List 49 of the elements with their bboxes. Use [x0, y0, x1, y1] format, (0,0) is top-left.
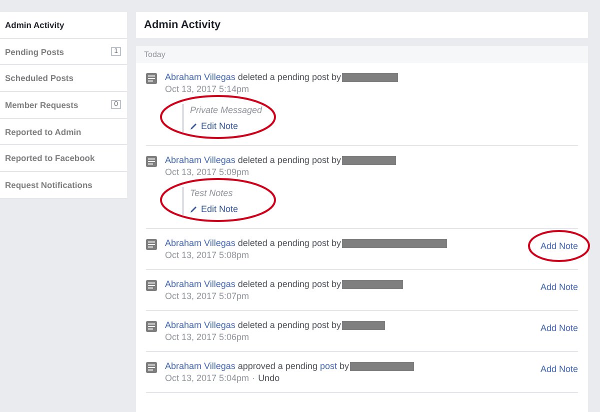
sidebar-item[interactable]: Request Notifications — [0, 172, 127, 199]
link[interactable]: Abraham Villegas — [165, 238, 236, 248]
add-note-link[interactable]: Add Note — [540, 282, 578, 292]
link[interactable]: post — [320, 361, 337, 371]
undo-link[interactable]: Undo — [258, 373, 280, 383]
document-icon — [146, 362, 157, 373]
redacted-name — [342, 72, 398, 82]
activity-text: Abraham Villegas deleted a pending post by — [165, 155, 341, 165]
redacted-name — [342, 156, 396, 164]
activity-text: Abraham Villegas deleted a pending post by — [165, 72, 341, 82]
edit-note-link[interactable]: Edit Note — [190, 121, 300, 131]
separator-dot: · — [252, 373, 256, 383]
sidebar-item[interactable]: Admin Activity — [0, 12, 127, 39]
timestamp: Oct 13, 2017 5:07pm — [165, 291, 250, 301]
pencil-icon — [190, 122, 197, 130]
section-header: Today — [136, 46, 588, 63]
redacted-name — [342, 320, 385, 330]
link[interactable]: Abraham Villegas — [165, 155, 236, 165]
timestamp: Oct 13, 2017 5:09pm — [165, 167, 250, 177]
link[interactable]: Abraham Villegas — [165, 361, 236, 371]
timestamp: Oct 13, 2017 5:04pm · Undo — [165, 373, 281, 383]
pencil-icon — [190, 206, 197, 212]
add-note-link[interactable]: Add Note — [540, 323, 578, 333]
link[interactable]: Abraham Villegas — [165, 320, 236, 330]
redacted-name — [342, 280, 403, 288]
timestamp: Oct 13, 2017 5:06pm — [165, 332, 250, 342]
timestamp: Oct 13, 2017 5:08pm — [165, 250, 250, 260]
document-icon — [146, 321, 157, 332]
sidebar-item[interactable]: Reported to Facebook — [0, 145, 127, 172]
page-title: Admin Activity — [136, 12, 588, 38]
redacted-name — [350, 362, 414, 370]
link[interactable]: Abraham Villegas — [165, 279, 236, 289]
document-icon — [146, 239, 157, 250]
activity-text: Abraham Villegas deleted a pending post by — [165, 320, 341, 330]
note-text: Private Messaged — [190, 105, 264, 115]
add-note-link[interactable]: Add Note — [540, 364, 578, 374]
timestamp: Oct 13, 2017 5:14pm — [165, 84, 250, 94]
sidebar-item[interactable]: Reported to Admin — [0, 118, 127, 146]
activity-text: Abraham Villegas approved a pending post by — [165, 361, 349, 371]
edit-note-link[interactable]: Edit Note — [190, 204, 300, 214]
document-icon — [146, 156, 157, 167]
link[interactable]: Abraham Villegas — [165, 72, 236, 82]
sidebar-item[interactable]: Scheduled Posts — [0, 65, 127, 92]
note-text: Test Notes — [190, 188, 234, 198]
activity-text: Abraham Villegas deleted a pending post by — [165, 279, 341, 289]
document-icon — [146, 280, 157, 291]
document-icon — [146, 73, 157, 84]
activity-text: Abraham Villegas deleted a pending post by — [165, 238, 341, 248]
add-note-link[interactable]: Add Note — [540, 241, 578, 251]
